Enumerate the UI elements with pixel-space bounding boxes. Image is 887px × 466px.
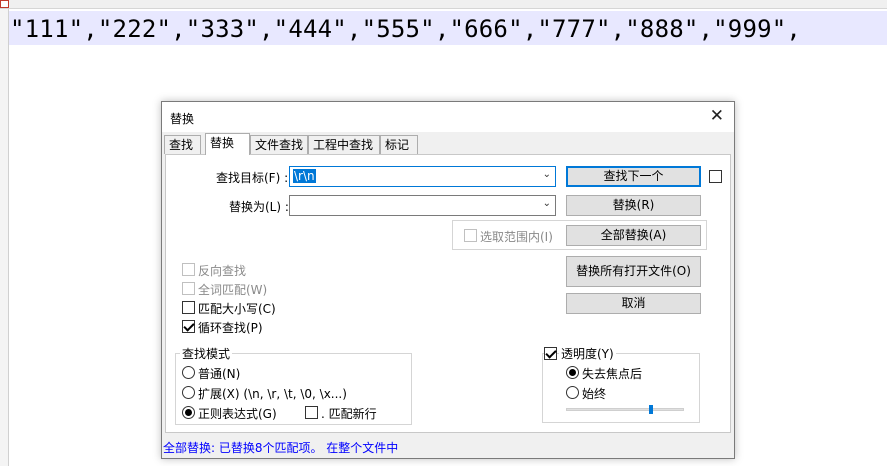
replace-all-open-docs-button[interactable]: 替换所有打开文件(O) bbox=[566, 256, 701, 287]
in-selection-checkbox[interactable] bbox=[464, 229, 477, 242]
dot-newline-checkbox[interactable] bbox=[305, 406, 318, 419]
line-number-gutter bbox=[0, 9, 9, 466]
mode-extended-label: 扩展(X) (\n, \r, \t, \0, \x...) bbox=[198, 387, 347, 401]
mode-normal-label: 普通(N) bbox=[198, 367, 241, 381]
status-bar: 全部替换: 已替换8个匹配项。 在整个文件中 bbox=[162, 434, 734, 458]
find-combobox[interactable]: \r\n ⌄ bbox=[289, 166, 556, 187]
wrap-around-label: 循环查找(P) bbox=[198, 321, 263, 335]
always-label: 始终 bbox=[582, 387, 607, 401]
transparency-slider[interactable] bbox=[566, 408, 684, 411]
mode-regex-radio[interactable] bbox=[182, 406, 195, 419]
dot-newline-label: . 匹配新行 bbox=[321, 407, 377, 421]
backward-checkbox[interactable] bbox=[182, 263, 195, 276]
on-lose-focus-radio[interactable] bbox=[566, 366, 579, 379]
backward-label: 反向查找 bbox=[198, 264, 247, 278]
whole-word-checkbox[interactable] bbox=[182, 282, 195, 295]
cancel-button[interactable]: 取消 bbox=[566, 293, 701, 314]
replace-tab-panel: 查找目标(F) : \r\n ⌄ 替换为(L) : ⌄ 查找下一个 替换(R) … bbox=[165, 154, 731, 433]
find-next-button[interactable]: 查找下一个 bbox=[566, 166, 701, 187]
close-icon[interactable]: ✕ bbox=[710, 106, 724, 126]
find-next-extra-checkbox[interactable] bbox=[709, 170, 722, 183]
replace-dialog: 替换 ✕ 查找 替换 文件查找 工程中查找 标记 查找目标(F) : \r\n … bbox=[161, 101, 735, 459]
tab-mark[interactable]: 标记 bbox=[380, 135, 418, 154]
tab-find-in-files[interactable]: 文件查找 bbox=[250, 135, 308, 154]
mode-normal-radio[interactable] bbox=[182, 366, 195, 379]
tab-replace[interactable]: 替换 bbox=[205, 133, 250, 155]
match-case-checkbox[interactable] bbox=[182, 301, 195, 314]
chevron-down-icon[interactable]: ⌄ bbox=[543, 169, 551, 180]
editor-text-line[interactable]: "111","222","333","444","555","666","777… bbox=[10, 14, 801, 44]
chevron-down-icon[interactable]: ⌄ bbox=[543, 198, 551, 209]
replace-button[interactable]: 替换(R) bbox=[566, 195, 701, 216]
find-input-value[interactable]: \r\n bbox=[293, 169, 316, 183]
wrap-around-checkbox[interactable] bbox=[182, 320, 195, 333]
on-lose-focus-label: 失去焦点后 bbox=[582, 367, 643, 381]
dialog-title: 替换 bbox=[170, 112, 195, 126]
search-mode-title: 查找模式 bbox=[180, 345, 233, 362]
mode-extended-radio[interactable] bbox=[182, 386, 195, 399]
file-icon bbox=[0, 0, 9, 8]
tab-find-in-project[interactable]: 工程中查找 bbox=[308, 135, 380, 154]
transparency-group bbox=[542, 353, 700, 423]
status-message: 全部替换: 已替换8个匹配项。 在整个文件中 bbox=[163, 441, 399, 455]
replace-combobox[interactable]: ⌄ bbox=[289, 195, 556, 216]
always-radio[interactable] bbox=[566, 386, 579, 399]
editor-toolbar-strip bbox=[0, 0, 887, 9]
mode-regex-label: 正则表达式(G) bbox=[198, 407, 277, 421]
replace-label: 替换为(L) : bbox=[229, 200, 289, 214]
transparency-slider-thumb[interactable] bbox=[648, 405, 653, 414]
match-case-label: 匹配大小写(C) bbox=[198, 302, 276, 316]
replace-all-button[interactable]: 全部替换(A) bbox=[566, 225, 701, 246]
transparency-checkbox[interactable] bbox=[544, 347, 557, 360]
tab-find[interactable]: 查找 bbox=[164, 135, 201, 154]
find-label: 查找目标(F) : bbox=[216, 171, 289, 185]
dialog-titlebar[interactable]: 替换 ✕ bbox=[162, 102, 734, 132]
whole-word-label: 全词匹配(W) bbox=[198, 283, 268, 297]
transparency-title: 透明度(Y) bbox=[559, 345, 616, 362]
in-selection-label: 选取范围内(I) bbox=[480, 230, 553, 244]
